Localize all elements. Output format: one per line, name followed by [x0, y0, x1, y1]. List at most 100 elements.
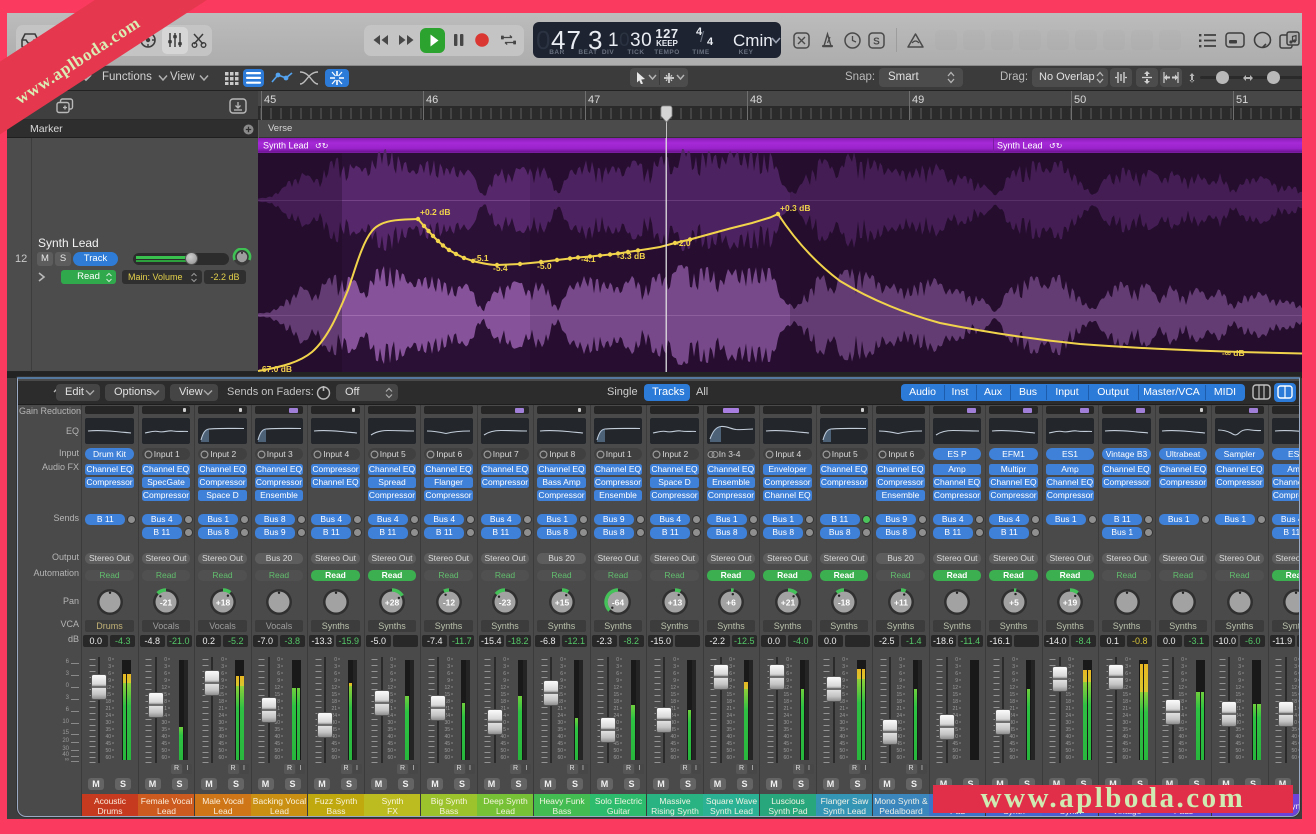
- svg-text:9: 9: [1181, 678, 1184, 684]
- svg-text:21: 21: [613, 706, 619, 712]
- svg-text:40: 40: [218, 734, 224, 740]
- svg-text:0: 0: [108, 657, 111, 663]
- svg-text:40: 40: [783, 734, 789, 740]
- svg-text:60: 60: [1009, 755, 1015, 761]
- svg-text:45: 45: [1235, 741, 1241, 747]
- svg-text:3: 3: [503, 664, 506, 670]
- svg-text:60: 60: [161, 755, 167, 761]
- svg-text:-21: -21: [160, 597, 173, 607]
- svg-text:0: 0: [334, 657, 337, 663]
- svg-text:+6: +6: [726, 597, 736, 607]
- svg-text:35: 35: [1065, 727, 1071, 733]
- svg-text:-2.0: -2.0: [676, 238, 691, 248]
- svg-text:35: 35: [274, 727, 280, 733]
- svg-text:18: 18: [726, 699, 732, 705]
- svg-text:18: 18: [218, 699, 224, 705]
- svg-text:+15: +15: [554, 597, 569, 607]
- svg-text:24: 24: [783, 713, 789, 719]
- svg-text:50: 50: [1009, 748, 1015, 754]
- svg-text:21: 21: [218, 706, 224, 712]
- svg-text:Synth Lead: Synth Lead: [263, 141, 309, 151]
- svg-text:24: 24: [726, 713, 732, 719]
- svg-text:40: 40: [387, 734, 393, 740]
- svg-text:6: 6: [673, 671, 676, 677]
- svg-text:12: 12: [331, 685, 337, 691]
- svg-text:12: 12: [1235, 685, 1241, 691]
- svg-text:30: 30: [783, 720, 789, 726]
- svg-text:3: 3: [729, 664, 732, 670]
- svg-text:15: 15: [896, 692, 902, 698]
- svg-text:↺↻: ↺↻: [315, 142, 328, 151]
- svg-text:18: 18: [1065, 699, 1071, 705]
- svg-text:30: 30: [1122, 720, 1128, 726]
- svg-text:60: 60: [500, 755, 506, 761]
- svg-text:6: 6: [842, 671, 845, 677]
- svg-text:9: 9: [1012, 678, 1015, 684]
- svg-text:-67.0 dB: -67.0 dB: [259, 364, 292, 372]
- svg-text:45: 45: [161, 741, 167, 747]
- svg-text:0: 0: [729, 657, 732, 663]
- svg-text:21: 21: [557, 706, 563, 712]
- svg-text:50: 50: [1122, 748, 1128, 754]
- svg-text:12: 12: [161, 685, 167, 691]
- svg-text:-23: -23: [499, 597, 512, 607]
- svg-text:0: 0: [164, 657, 167, 663]
- svg-text:60: 60: [726, 755, 732, 761]
- svg-text:50: 50: [161, 748, 167, 754]
- svg-text:35: 35: [1122, 727, 1128, 733]
- svg-text:-12: -12: [442, 597, 455, 607]
- svg-text:50: 50: [387, 748, 393, 754]
- svg-text:0: 0: [1125, 657, 1128, 663]
- svg-text:35: 35: [161, 727, 167, 733]
- svg-text:0: 0: [277, 657, 280, 663]
- svg-text:18: 18: [896, 699, 902, 705]
- svg-text:50: 50: [783, 748, 789, 754]
- svg-text:30: 30: [161, 720, 167, 726]
- svg-text:0: 0: [221, 657, 224, 663]
- svg-text:18: 18: [500, 699, 506, 705]
- svg-text:15: 15: [500, 692, 506, 698]
- svg-text:9: 9: [616, 678, 619, 684]
- svg-text:9: 9: [1125, 678, 1128, 684]
- svg-text:0: 0: [673, 657, 676, 663]
- svg-text:3: 3: [1238, 664, 1241, 670]
- svg-text:6: 6: [221, 671, 224, 677]
- svg-text:0: 0: [1068, 657, 1071, 663]
- svg-text:6: 6: [334, 671, 337, 677]
- svg-text:3: 3: [842, 664, 845, 670]
- svg-text:6: 6: [277, 671, 280, 677]
- svg-text:3: 3: [1294, 664, 1297, 670]
- svg-text:60: 60: [1122, 755, 1128, 761]
- svg-text:50: 50: [557, 748, 563, 754]
- svg-text:35: 35: [839, 727, 845, 733]
- svg-text:45: 45: [264, 94, 276, 106]
- svg-text:48: 48: [750, 94, 762, 106]
- svg-text:60: 60: [783, 755, 789, 761]
- svg-text:24: 24: [896, 713, 902, 719]
- svg-text:6: 6: [616, 671, 619, 677]
- svg-text:35: 35: [444, 727, 450, 733]
- svg-text:3: 3: [221, 664, 224, 670]
- svg-text:50: 50: [105, 748, 111, 754]
- svg-text:45: 45: [331, 741, 337, 747]
- svg-text:6: 6: [108, 671, 111, 677]
- svg-text:45: 45: [1291, 741, 1297, 747]
- svg-text:60: 60: [1065, 755, 1071, 761]
- svg-text:12: 12: [952, 685, 958, 691]
- svg-text:-18: -18: [838, 597, 851, 607]
- svg-text:+5: +5: [1009, 597, 1019, 607]
- svg-text:9: 9: [447, 678, 450, 684]
- svg-text:50: 50: [670, 748, 676, 754]
- svg-text:6: 6: [786, 671, 789, 677]
- svg-text:40: 40: [1291, 734, 1297, 740]
- svg-text:3: 3: [164, 664, 167, 670]
- svg-text:35: 35: [105, 727, 111, 733]
- svg-text:3: 3: [955, 664, 958, 670]
- svg-text:45: 45: [500, 741, 506, 747]
- svg-text:35: 35: [1235, 727, 1241, 733]
- svg-text:0: 0: [503, 657, 506, 663]
- svg-text:S: S: [873, 37, 880, 48]
- svg-text:40: 40: [274, 734, 280, 740]
- svg-text:-∞ dB: -∞ dB: [1222, 348, 1245, 358]
- svg-text:9: 9: [164, 678, 167, 684]
